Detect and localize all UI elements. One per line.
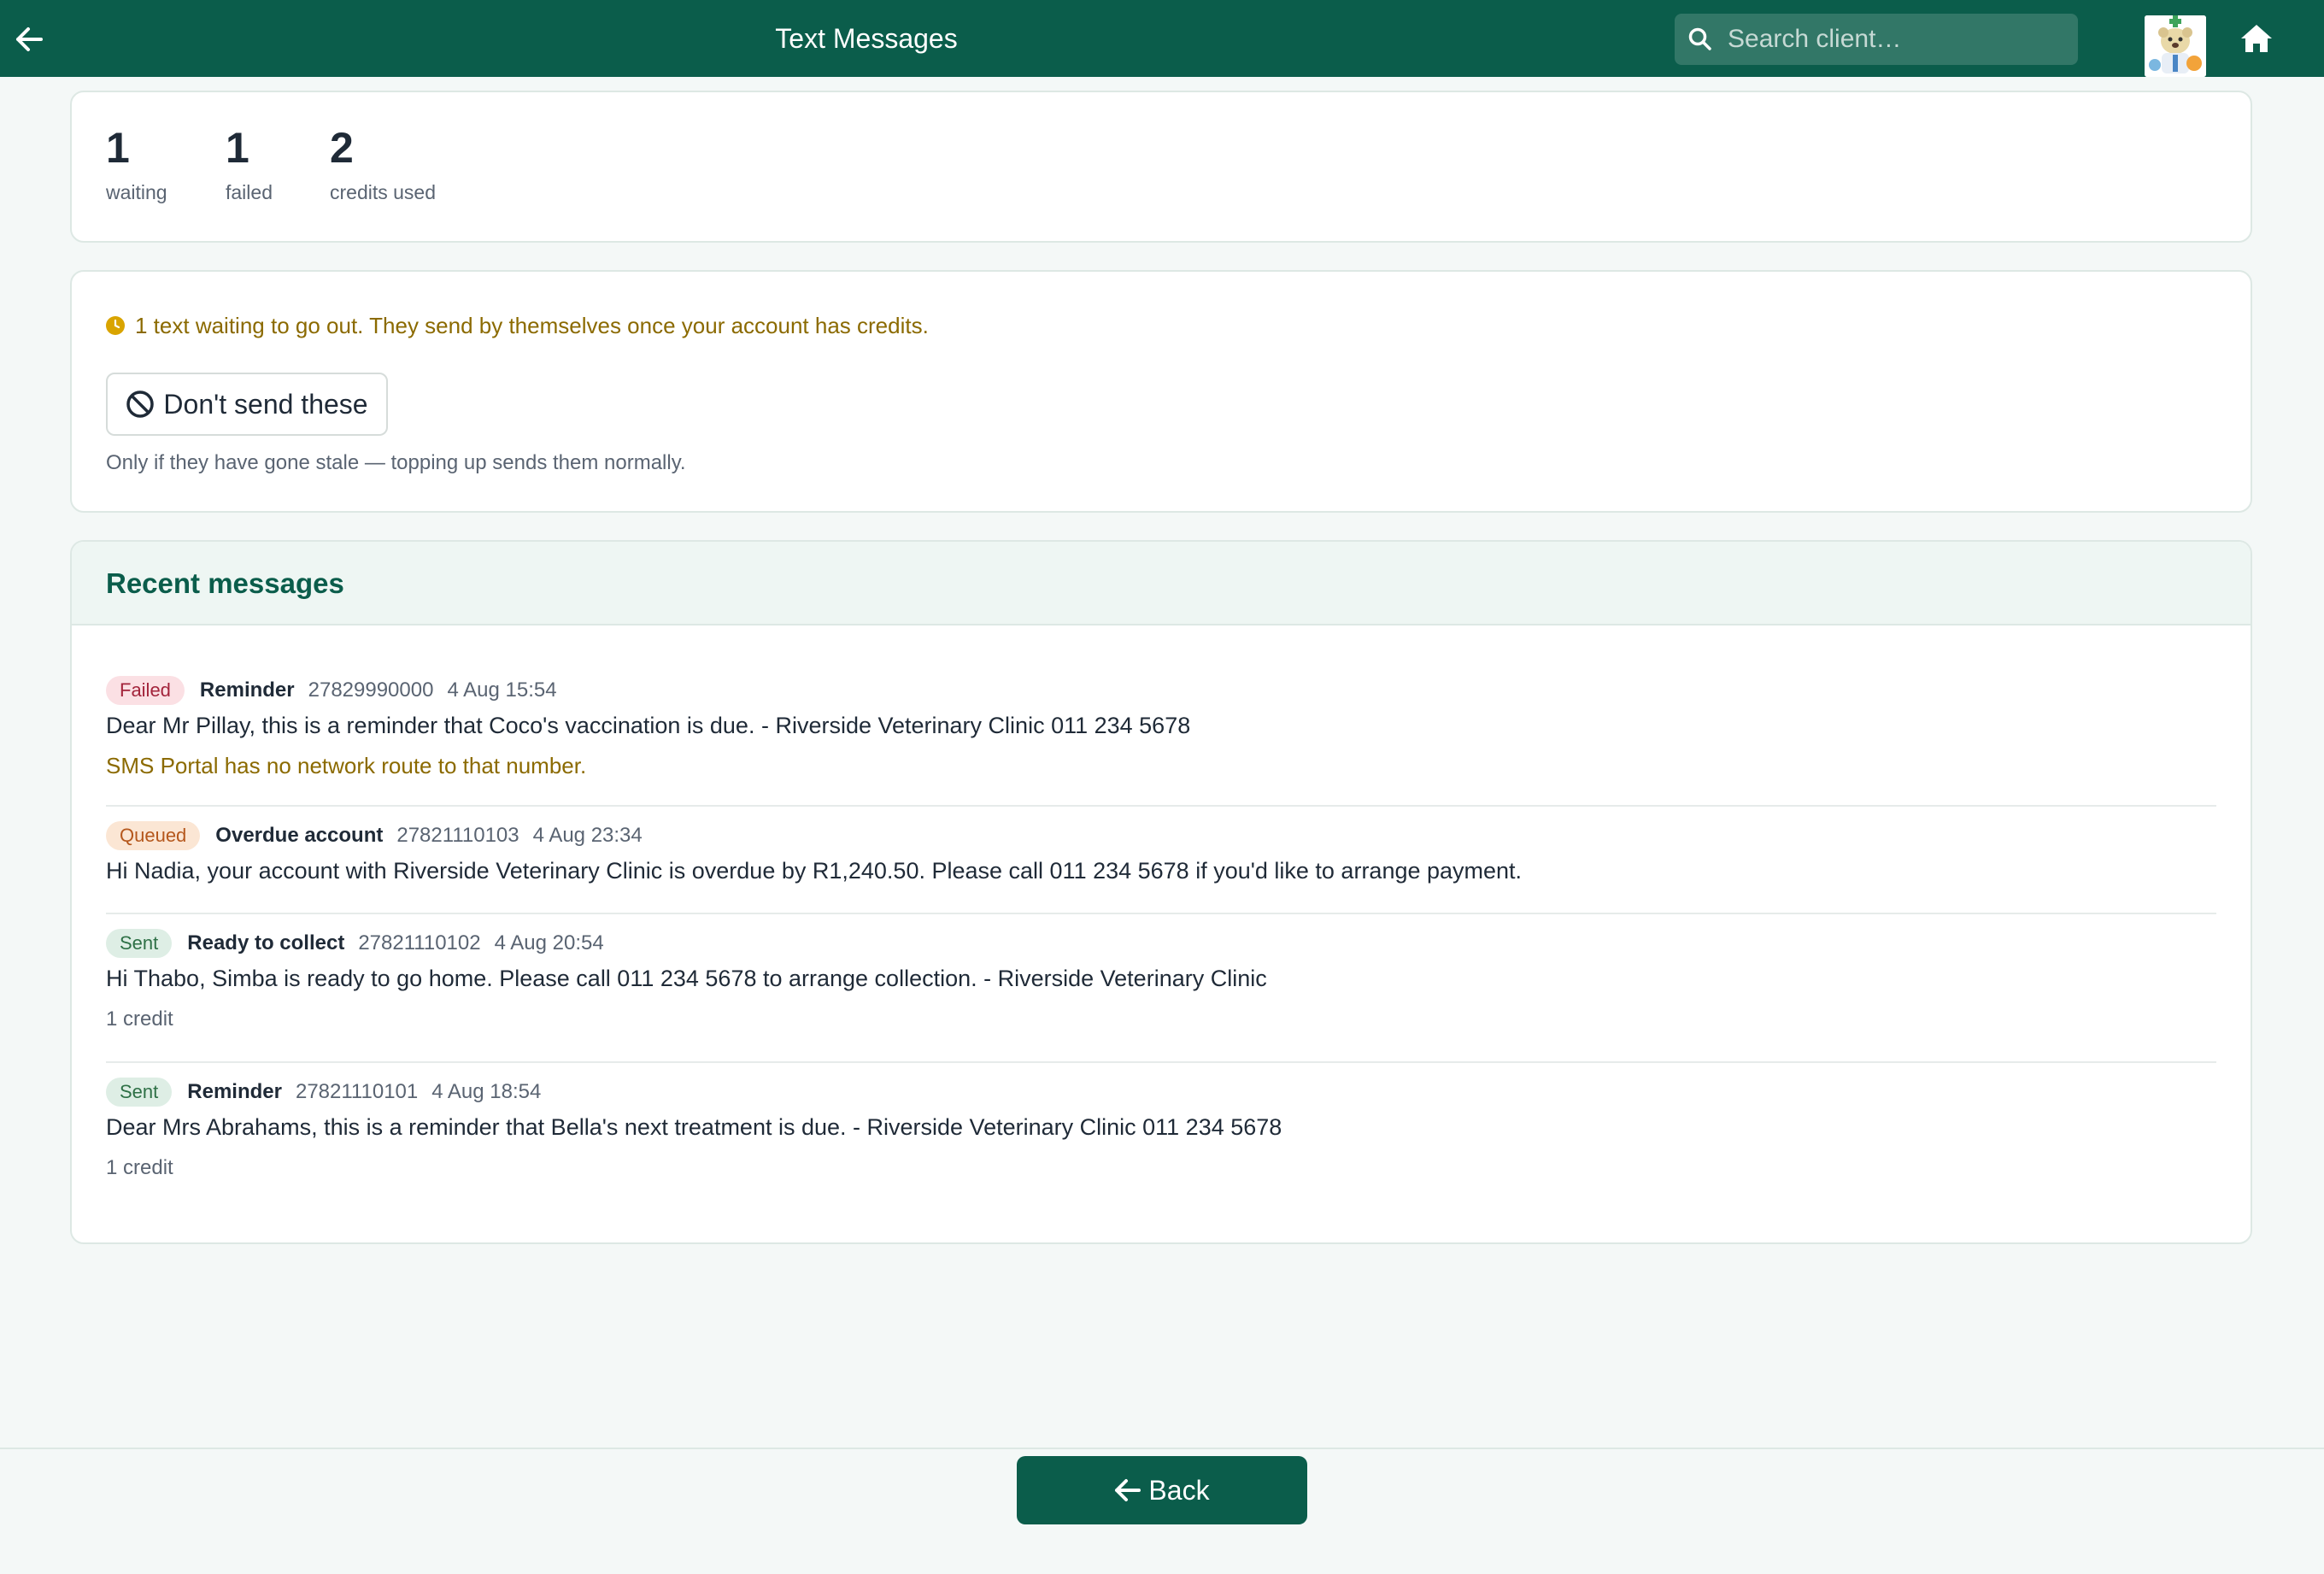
message-type: Reminder bbox=[199, 678, 295, 702]
search-icon bbox=[1685, 24, 1716, 55]
stat-value: 2 bbox=[330, 124, 354, 172]
footer-bar: Back bbox=[0, 1448, 2324, 1574]
message-credit: 1 credit bbox=[106, 1156, 173, 1179]
divider bbox=[106, 1061, 2216, 1063]
dont-send-button[interactable]: Don't send these bbox=[106, 373, 388, 436]
waiting-notice-card: 1 text waiting to go out. They send by t… bbox=[70, 270, 2252, 513]
message-time: 4 Aug 18:54 bbox=[431, 1080, 542, 1103]
dont-send-label: Don't send these bbox=[163, 388, 368, 420]
stat-failed: 1 failed bbox=[226, 126, 273, 204]
stat-value: 1 bbox=[226, 124, 249, 172]
message-time: 4 Aug 23:34 bbox=[532, 824, 643, 847]
message-body: Hi Thabo, Simba is ready to go home. Ple… bbox=[106, 966, 1267, 991]
waiting-notice: 1 text waiting to go out. They send by t… bbox=[106, 313, 929, 339]
waiting-notice-text: 1 text waiting to go out. They send by t… bbox=[135, 313, 929, 338]
status-badge-failed: Failed bbox=[106, 676, 185, 705]
recent-messages-header: Recent messages bbox=[72, 542, 2251, 625]
message-error: SMS Portal has no network route to that … bbox=[106, 753, 587, 778]
home-icon[interactable] bbox=[2237, 21, 2276, 56]
message-body: Dear Mr Pillay, this is a reminder that … bbox=[106, 713, 1191, 738]
message-type: Ready to collect bbox=[187, 931, 345, 954]
status-badge-sent: Sent bbox=[106, 1078, 173, 1107]
divider bbox=[106, 805, 2216, 807]
status-badge-queued: Queued bbox=[106, 821, 201, 850]
dont-send-hint: Only if they have gone stale — topping u… bbox=[106, 451, 686, 474]
stats-card: 1 waiting 1 failed 2 credits used bbox=[70, 91, 2252, 243]
stat-label: credits used bbox=[330, 181, 437, 203]
message-type: Reminder bbox=[187, 1080, 282, 1103]
stat-waiting: 1 waiting bbox=[106, 126, 167, 204]
stat-label: waiting bbox=[106, 181, 167, 203]
clinic-logo-avatar[interactable] bbox=[2145, 15, 2206, 77]
top-bar: Text Messages bbox=[0, 0, 2324, 77]
arrow-left-icon bbox=[1115, 1479, 1141, 1501]
stat-value: 1 bbox=[106, 124, 130, 172]
message-item[interactable]: Sent Ready to collect 27821110102 4 Aug … bbox=[106, 928, 2216, 1031]
message-time: 4 Aug 15:54 bbox=[447, 678, 557, 702]
message-phone: 27821110102 bbox=[358, 931, 481, 954]
message-body: Hi Nadia, your account with Riverside Ve… bbox=[106, 858, 1523, 884]
page-title: Text Messages bbox=[775, 22, 958, 54]
recent-messages-card: Recent messages Failed Reminder 27829990… bbox=[70, 540, 2252, 1244]
status-badge-sent: Sent bbox=[106, 929, 173, 958]
block-icon bbox=[126, 391, 155, 418]
message-type: Overdue account bbox=[215, 824, 384, 847]
search-box[interactable] bbox=[1675, 14, 2078, 65]
message-phone: 27821110103 bbox=[396, 824, 519, 847]
back-button[interactable]: Back bbox=[1017, 1456, 1307, 1524]
message-body: Dear Mrs Abrahams, this is a reminder th… bbox=[106, 1114, 1282, 1140]
message-item[interactable]: Failed Reminder 27829990000 4 Aug 15:54 … bbox=[106, 675, 2216, 779]
message-time: 4 Aug 20:54 bbox=[494, 931, 604, 954]
message-phone: 27829990000 bbox=[308, 678, 434, 702]
message-phone: 27821110101 bbox=[295, 1080, 419, 1103]
stat-label: failed bbox=[226, 181, 273, 203]
stat-credits-used: 2 credits used bbox=[330, 126, 436, 204]
divider bbox=[106, 913, 2216, 914]
message-item[interactable]: Queued Overdue account 27821110103 4 Aug… bbox=[106, 820, 2216, 884]
search-input[interactable] bbox=[1726, 24, 2078, 55]
message-credit: 1 credit bbox=[106, 1007, 173, 1031]
back-button-label: Back bbox=[1148, 1474, 1210, 1506]
recent-messages-title: Recent messages bbox=[106, 567, 344, 599]
clock-icon bbox=[106, 314, 125, 335]
message-item[interactable]: Sent Reminder 27821110101 4 Aug 18:54 De… bbox=[106, 1077, 2216, 1180]
